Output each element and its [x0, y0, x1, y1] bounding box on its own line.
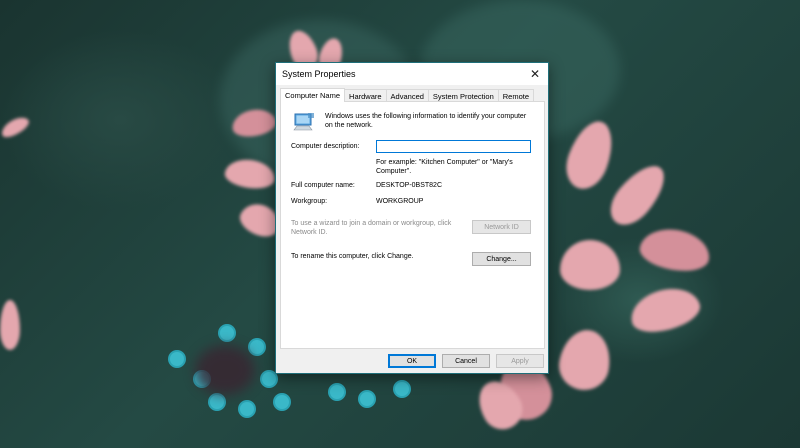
- title-bar[interactable]: System Properties ✕: [276, 63, 548, 85]
- change-button[interactable]: Change...: [472, 252, 531, 266]
- rename-text: To rename this computer, click Change.: [291, 253, 414, 260]
- ok-button[interactable]: OK: [388, 354, 436, 368]
- network-id-text: To use a wizard to join a domain or work…: [291, 220, 452, 236]
- network-id-button[interactable]: Network ID: [472, 220, 531, 234]
- workgroup-value: WORKGROUP: [376, 198, 424, 205]
- system-properties-dialog: System Properties ✕ Computer Name Hardwa…: [275, 62, 549, 374]
- apply-button[interactable]: Apply: [496, 354, 544, 368]
- dialog-title: System Properties: [282, 69, 356, 79]
- cancel-button[interactable]: Cancel: [442, 354, 490, 368]
- intro-text: Windows uses the following information t…: [325, 113, 527, 129]
- workgroup-label: Workgroup:: [291, 198, 328, 205]
- tab-strip: Computer Name Hardware Advanced System P…: [280, 88, 535, 102]
- close-icon[interactable]: ✕: [522, 63, 548, 85]
- tab-computer-name[interactable]: Computer Name: [280, 88, 346, 102]
- example-text: For example: "Kitchen Computer" or "Mary…: [376, 159, 513, 175]
- computer-description-input[interactable]: [376, 140, 531, 153]
- computer-description-label: Computer description:: [291, 143, 360, 150]
- full-computer-name-label: Full computer name:: [291, 182, 355, 189]
- computer-network-icon: [293, 113, 314, 131]
- full-computer-name-value: DESKTOP-0BST82C: [376, 182, 443, 189]
- computer-name-panel: Windows uses the following information t…: [280, 101, 545, 349]
